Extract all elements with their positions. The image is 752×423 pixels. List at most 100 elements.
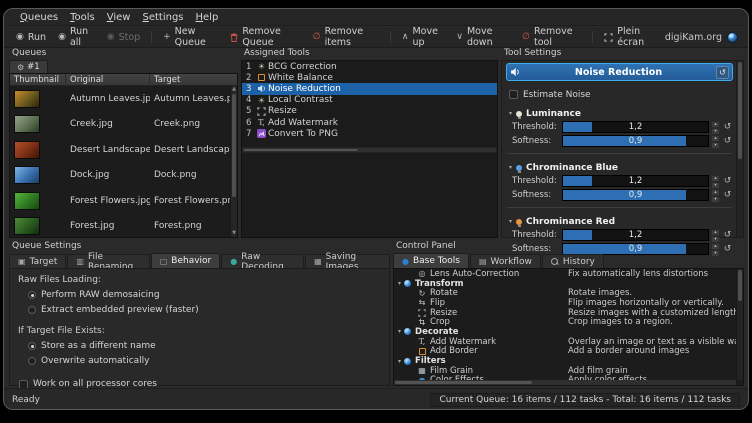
menu-settings[interactable]: Settings xyxy=(136,11,189,24)
radio-button[interactable] xyxy=(28,306,36,314)
new-queue-button[interactable]: + New Queue xyxy=(157,24,224,50)
reset-value-icon[interactable]: ↺ xyxy=(722,230,733,240)
expander-icon[interactable]: ▾ xyxy=(398,328,401,335)
softness-spinner[interactable]: ▴▾ xyxy=(711,135,720,147)
estimate-noise-checkbox[interactable] xyxy=(509,90,518,99)
threshold-spinner[interactable]: ▴▾ xyxy=(711,121,720,133)
section-chrominance-blue[interactable]: ▾ Chrominance Blue xyxy=(509,162,733,173)
radio-button[interactable] xyxy=(28,342,36,350)
reset-value-icon[interactable]: ↺ xyxy=(722,122,733,132)
threshold-slider[interactable]: 1,2 xyxy=(562,229,709,241)
queue-item[interactable]: Desert Landscape.jpg Desert Landscape.pn… xyxy=(10,137,237,163)
option-perform-raw-demosaicing[interactable]: Perform RAW demosaicing xyxy=(28,290,381,300)
digikam-brand-link[interactable]: digiKam.org xyxy=(665,32,742,43)
softness-slider[interactable]: 0,9 xyxy=(562,135,709,147)
queue-item[interactable]: Forest.jpg Forest.png xyxy=(10,214,237,239)
tab-target[interactable]: ▣ Target xyxy=(9,254,66,268)
rotate-icon: ↻ xyxy=(416,289,428,298)
threshold-slider[interactable]: 1,2 xyxy=(562,121,709,133)
category-filters[interactable]: ▾ Filters xyxy=(394,356,743,366)
tab-behavior[interactable]: ▢ Behavior xyxy=(151,253,221,268)
column-header-thumbnail[interactable]: Thumbnail xyxy=(10,74,66,85)
assigned-tools-hscrollbar[interactable] xyxy=(242,147,497,153)
menu-view[interactable]: View xyxy=(101,11,137,24)
queue-item-original: Autumn Leaves.jpg xyxy=(66,94,150,104)
radio-button[interactable] xyxy=(28,357,36,365)
queue-item-target: Dock.png xyxy=(150,170,237,180)
menu-help[interactable]: Help xyxy=(190,11,225,24)
thumbnail-image xyxy=(14,217,40,235)
reset-tool-button[interactable]: ↺ xyxy=(716,66,729,79)
menu-queues[interactable]: Queues xyxy=(14,11,64,24)
category-transform[interactable]: ▾ Transform xyxy=(394,279,743,289)
collapse-icon[interactable]: ▾ xyxy=(509,164,512,171)
section-luminance[interactable]: ▾ Luminance xyxy=(509,108,733,119)
tab-workflow[interactable]: ▤ Workflow xyxy=(470,254,541,268)
run-all-button[interactable]: ◉ Run all xyxy=(52,24,101,50)
expander-icon[interactable]: ▾ xyxy=(398,280,401,287)
tab-base-tools[interactable]: ● Base Tools xyxy=(393,253,469,268)
tab-file-renaming[interactable]: ▥ File Renaming xyxy=(67,254,149,268)
tool-lens-auto-correction[interactable]: ◎ Lens Auto-Correction Fix automatically… xyxy=(394,269,743,279)
remove-queue-button[interactable]: Remove Queue xyxy=(224,24,306,50)
assigned-tool-bcg-correction[interactable]: 1 ☀ BCG Correction xyxy=(242,61,497,72)
option-overwrite-automatically[interactable]: Overwrite automatically xyxy=(28,356,381,366)
tool-add-watermark[interactable]: T, Add Watermark Overlay an image or tex… xyxy=(394,337,743,347)
queue-item[interactable]: Autumn Leaves.jpg Autumn Leaves.png xyxy=(10,86,237,112)
tool-resize[interactable]: Resize Resize images with a customized l… xyxy=(394,308,743,318)
tree-hscrollbar[interactable] xyxy=(394,380,736,385)
reset-value-icon[interactable]: ↺ xyxy=(722,176,733,186)
run-button[interactable]: ◉ Run xyxy=(10,30,52,45)
tool-rotate[interactable]: ↻ Rotate Rotate images. xyxy=(394,288,743,298)
scroll-up-icon[interactable]: ▲ xyxy=(231,86,237,93)
remove-items-button[interactable]: ∅ Remove items xyxy=(307,24,385,50)
threshold-slider[interactable]: 1,2 xyxy=(562,175,709,187)
column-header-original[interactable]: Original xyxy=(66,74,150,85)
reset-value-icon[interactable]: ↺ xyxy=(722,136,733,146)
tree-vscrollbar[interactable] xyxy=(736,269,743,380)
tool-settings-scrollbar[interactable] xyxy=(736,61,743,237)
tool-add-border[interactable]: Add Border Add a border around images xyxy=(394,347,743,357)
column-header-target[interactable]: Target xyxy=(150,74,237,85)
scroll-down-icon[interactable]: ▼ xyxy=(231,230,237,237)
collapse-icon[interactable]: ▾ xyxy=(509,110,512,117)
tool-crop[interactable]: Crop Crop images to a region. xyxy=(394,317,743,327)
threshold-spinner[interactable]: ▴▾ xyxy=(711,229,720,241)
move-down-button[interactable]: ∨ Move down xyxy=(450,24,516,50)
queue-tab-1[interactable]: ⚙ #1 xyxy=(9,60,48,73)
remove-tool-button[interactable]: ∅ Remove tool xyxy=(516,24,587,50)
tab-saving-images[interactable]: ▦ Saving Images xyxy=(305,254,390,268)
stop-button[interactable]: ◉ Stop xyxy=(101,30,146,45)
crop-icon xyxy=(416,318,428,326)
section-chrominance-red[interactable]: ▾ Chrominance Red xyxy=(509,216,733,227)
assigned-tool-add-watermark[interactable]: 6 T, Add Watermark xyxy=(242,117,497,128)
assigned-tool-local-contrast[interactable]: 4 ☀ Local Contrast xyxy=(242,95,497,106)
menu-tools[interactable]: Tools xyxy=(64,11,101,24)
collapse-icon[interactable]: ▾ xyxy=(509,218,512,225)
estimate-noise-row[interactable]: Estimate Noise xyxy=(509,89,733,100)
tab-history[interactable]: History xyxy=(542,254,604,268)
softness-spinner[interactable]: ▴▾ xyxy=(711,189,720,201)
queue-item[interactable]: Forest Flowers.jpg Forest Flowers.png xyxy=(10,188,237,214)
radio-button[interactable] xyxy=(28,291,36,299)
category-decorate[interactable]: ▾ Decorate xyxy=(394,327,743,337)
queue-table-scrollbar[interactable]: ▲ ▼ xyxy=(230,86,237,237)
threshold-spinner[interactable]: ▴▾ xyxy=(711,175,720,187)
fullscreen-button[interactable]: Plein écran xyxy=(598,24,665,50)
softness-slider[interactable]: 0,9 xyxy=(562,189,709,201)
reset-value-icon[interactable]: ↺ xyxy=(722,190,733,200)
tab-raw-decoding[interactable]: ● Raw Decoding xyxy=(221,254,304,268)
option-extract-embedded-preview[interactable]: Extract embedded preview (faster) xyxy=(28,305,381,315)
move-up-button[interactable]: ∧ Move up xyxy=(396,24,450,50)
option-store-different-name[interactable]: Store as a different name xyxy=(28,341,381,351)
expander-icon[interactable]: ▾ xyxy=(398,358,401,365)
tool-film-grain[interactable]: ▦ Film Grain Add film grain xyxy=(394,366,743,376)
assigned-tool-convert-to-png[interactable]: 7 Convert To PNG xyxy=(242,128,497,139)
assigned-tool-resize[interactable]: 5 Resize xyxy=(242,106,497,117)
queue-item[interactable]: Dock.jpg Dock.png xyxy=(10,163,237,189)
queue-item[interactable]: Creek.jpg Creek.png xyxy=(10,112,237,138)
tool-flip[interactable]: ⇆ Flip Flip images horizontally or verti… xyxy=(394,298,743,308)
assigned-tool-noise-reduction[interactable]: 3 Noise Reduction xyxy=(242,83,497,94)
assigned-tool-white-balance[interactable]: 2 White Balance xyxy=(242,72,497,83)
resize-icon xyxy=(255,107,268,116)
